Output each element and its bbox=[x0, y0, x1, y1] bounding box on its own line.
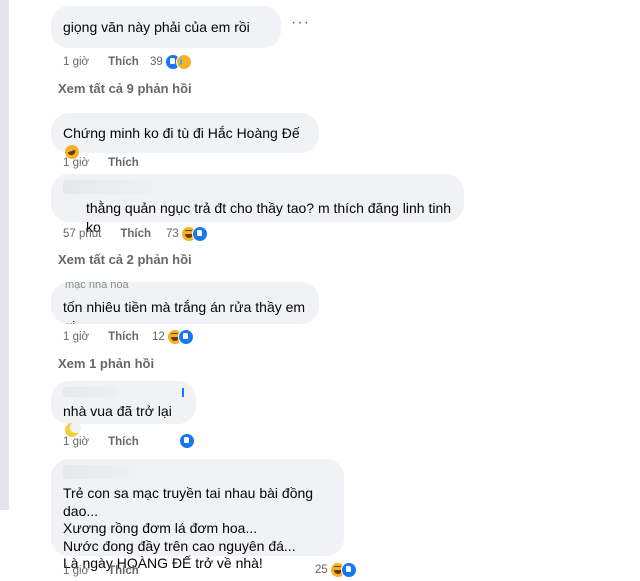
like-reaction-icon bbox=[177, 329, 194, 345]
author-name-blurred[interactable] bbox=[63, 465, 137, 479]
comment-line: Xương rồng đơm lá đơm hoa... bbox=[63, 520, 258, 536]
comment-time[interactable]: 1 giờ bbox=[63, 565, 89, 577]
comment-text: tốn nhiêu tiền mà trắng án rửa thầy em ơ… bbox=[63, 299, 306, 324]
comment-time[interactable]: 1 giờ bbox=[63, 157, 89, 169]
like-button[interactable]: Thích bbox=[108, 436, 139, 448]
like-button[interactable]: Thích bbox=[108, 565, 139, 577]
view-replies-link[interactable]: Xem tất cả 9 phản hồi bbox=[58, 81, 192, 96]
view-replies-link[interactable]: Xem 1 phản hồi bbox=[58, 356, 154, 371]
reaction-summary[interactable]: 25 bbox=[315, 562, 357, 578]
reaction-summary[interactable]: 12 bbox=[152, 329, 194, 345]
comment-bubble: nhà vua đã trở lại bbox=[51, 381, 196, 437]
reaction-count: 39 bbox=[150, 56, 163, 68]
more-options-icon[interactable]: ··· bbox=[291, 14, 310, 32]
like-button[interactable]: Thích bbox=[120, 228, 151, 240]
comment-line: Trẻ con sa mạc truyền tai nhau bài đồng … bbox=[63, 485, 314, 519]
comment-meta: 1 giờ Thích bbox=[63, 565, 139, 577]
comment-time[interactable]: 1 giờ bbox=[63, 331, 89, 343]
like-reaction-icon bbox=[191, 226, 208, 242]
reaction-count: 12 bbox=[152, 331, 165, 343]
like-button[interactable]: Thích bbox=[108, 331, 139, 343]
reaction-summary[interactable]: 73 bbox=[166, 226, 208, 242]
author-name-blurred[interactable] bbox=[63, 180, 153, 194]
like-reaction-icon bbox=[340, 562, 357, 578]
comment-bubble: giọng văn này phải của em rồi bbox=[51, 6, 281, 48]
comment-time[interactable]: 57 phút bbox=[63, 228, 101, 240]
thread-line bbox=[0, 0, 9, 510]
comment-text: Chứng minh ko đi tù đi Hắc Hoàng Đế bbox=[63, 125, 300, 141]
reaction-count: 73 bbox=[166, 228, 179, 240]
comment-meta: 1 giờ Thích bbox=[63, 157, 139, 169]
reaction-summary[interactable] bbox=[179, 433, 195, 449]
moon-emoji-icon bbox=[65, 422, 81, 437]
comment-meta: 57 phút Thích bbox=[63, 228, 151, 240]
view-replies-link[interactable]: Xem tất cả 2 phản hồi bbox=[58, 252, 192, 267]
comment-bubble: thằng quản ngục trả đt cho thầy tao? m t… bbox=[51, 174, 464, 235]
comment-bubble: Trẻ con sa mạc truyền tai nhau bài đồng … bbox=[51, 459, 344, 571]
reaction-summary[interactable]: 39 bbox=[150, 54, 192, 70]
comment-time[interactable]: 1 giờ bbox=[63, 56, 89, 68]
comment-meta: 1 giờ Thích bbox=[63, 436, 139, 448]
like-button[interactable]: Thích bbox=[108, 56, 139, 68]
comment-bubble: mạc nhà hoa tốn nhiêu tiền mà trắng án r… bbox=[51, 282, 319, 324]
sad-reaction-icon bbox=[175, 54, 192, 70]
author-name-partial[interactable]: mạc nhà hoa bbox=[65, 282, 129, 291]
comment-text: giọng văn này phải của em rồi bbox=[63, 19, 250, 35]
comment-meta: 1 giờ Thích bbox=[63, 56, 139, 68]
comment-time[interactable]: 1 giờ bbox=[63, 436, 89, 448]
reaction-count: 25 bbox=[315, 564, 328, 576]
like-button[interactable]: Thích bbox=[108, 157, 139, 169]
comment-text: nhà vua đã trở lại bbox=[63, 403, 172, 419]
comment-bubble: Chứng minh ko đi tù đi Hắc Hoàng Đế bbox=[51, 113, 319, 159]
author-name-blurred[interactable] bbox=[63, 387, 118, 397]
info-icon bbox=[182, 387, 184, 397]
comment-meta: 1 giờ Thích bbox=[63, 331, 139, 343]
comment-line: Nước đong đầy trên cao nguyên đá... bbox=[63, 537, 296, 554]
like-reaction-icon bbox=[179, 433, 195, 449]
